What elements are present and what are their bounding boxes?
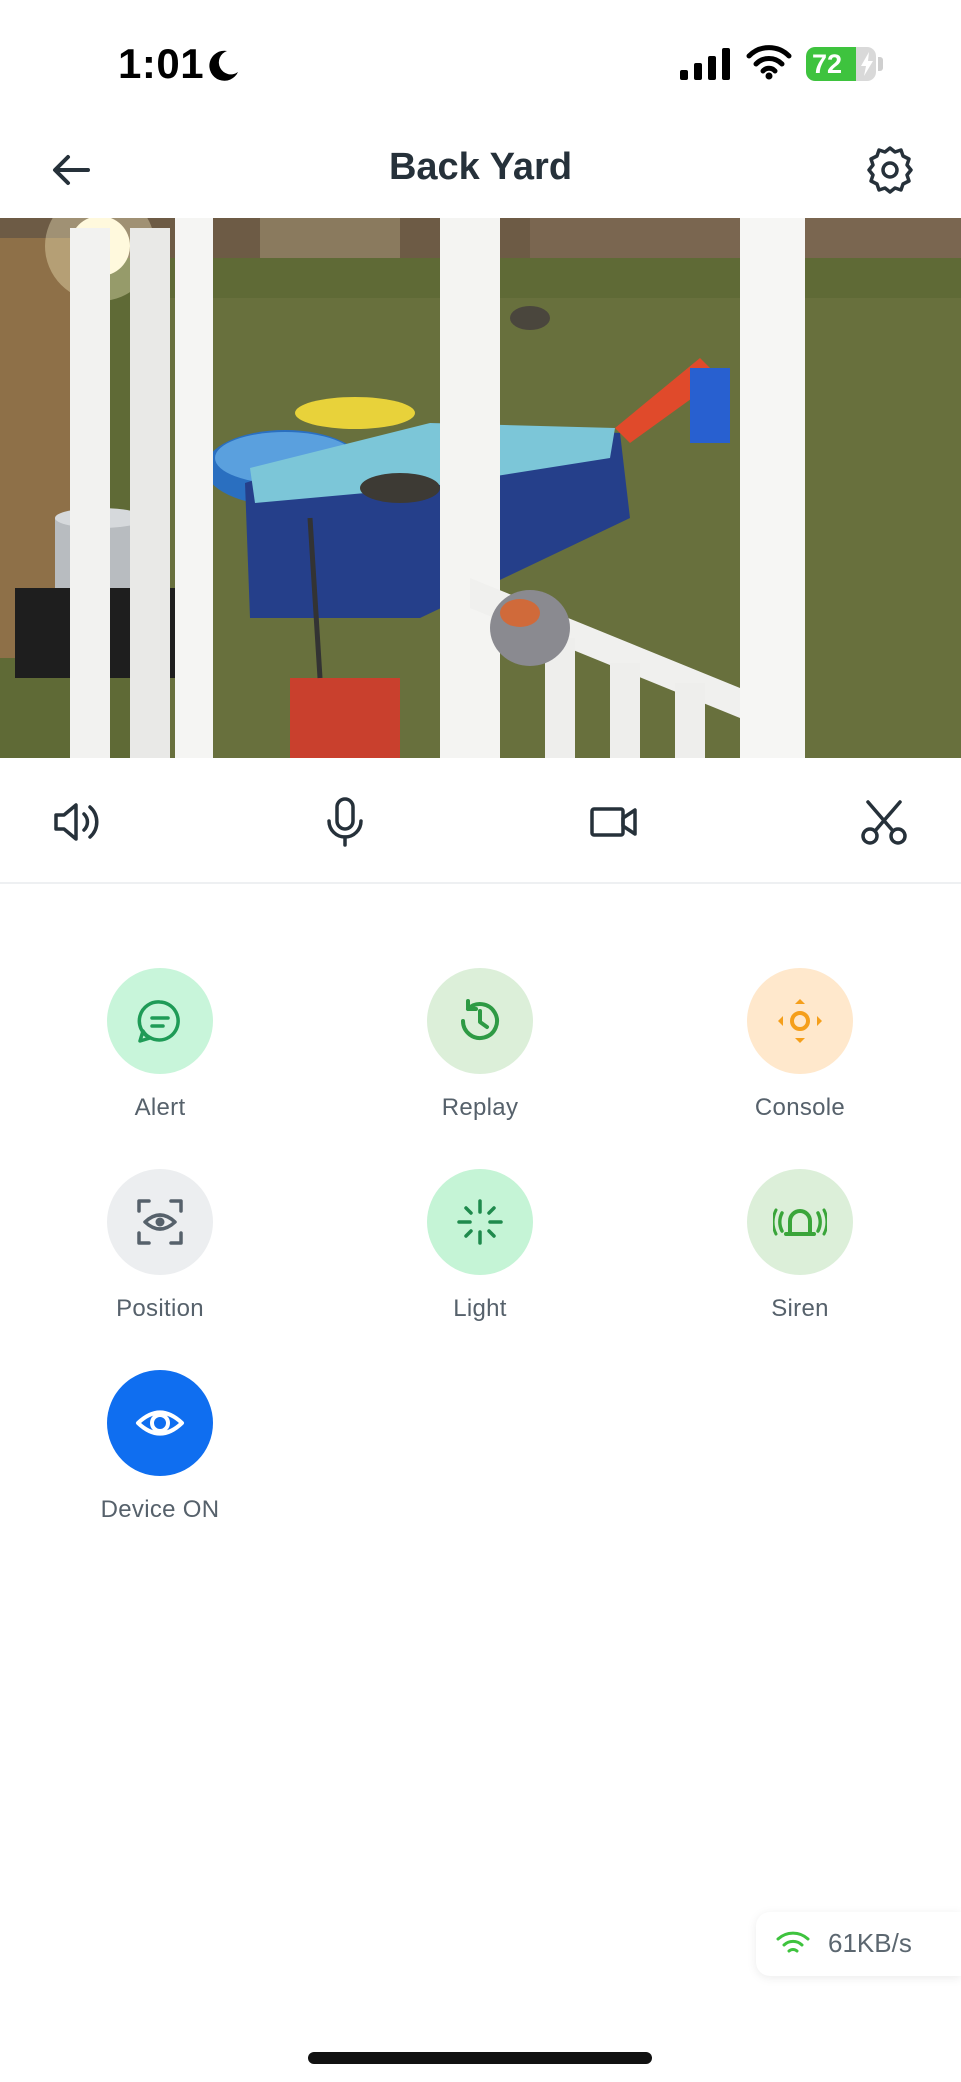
- moon-icon: [209, 50, 238, 81]
- speaker-icon[interactable]: [48, 794, 104, 850]
- camera-feed[interactable]: [0, 218, 961, 758]
- alert-button[interactable]: Alert: [70, 968, 250, 1138]
- position-button[interactable]: Position: [70, 1169, 250, 1339]
- light-label: Light: [453, 1295, 507, 1322]
- light-button[interactable]: Light: [390, 1169, 570, 1339]
- feed-toolbar: [0, 758, 961, 884]
- wifi-icon: [776, 1931, 810, 1953]
- direction-pad-icon: [778, 999, 822, 1043]
- position-circle[interactable]: [107, 1169, 213, 1275]
- camera-feed-image: [0, 218, 961, 758]
- network-speed-value: 61KB/s: [828, 1928, 912, 1958]
- history-icon: [461, 999, 499, 1041]
- camera-live-view-screen: 1:01 72 Back Yard Alert Replay Console P…: [0, 0, 961, 2082]
- replay-button[interactable]: Replay: [390, 968, 570, 1138]
- cellular-signal-icon: [680, 48, 730, 80]
- video-record-icon[interactable]: [586, 794, 642, 850]
- device-on-label: Device ON: [100, 1496, 220, 1523]
- device-on-circle[interactable]: [107, 1370, 213, 1476]
- gear-icon[interactable]: [862, 142, 918, 198]
- focus-eye-icon: [137, 1199, 183, 1245]
- battery-level: 72: [812, 49, 843, 79]
- siren-button[interactable]: Siren: [710, 1169, 890, 1339]
- wifi-icon: [746, 45, 792, 80]
- app-header: Back Yard: [0, 120, 961, 220]
- battery-tip: [878, 57, 883, 71]
- position-label: Position: [116, 1295, 204, 1322]
- console-circle[interactable]: [747, 968, 853, 1074]
- home-indicator[interactable]: [308, 2052, 652, 2064]
- console-button[interactable]: Console: [710, 968, 890, 1138]
- page-title: Back Yard: [388, 146, 573, 188]
- replay-label: Replay: [441, 1094, 519, 1121]
- microphone-icon[interactable]: [317, 794, 373, 850]
- console-label: Console: [754, 1094, 846, 1121]
- device-on-button[interactable]: Device ON: [70, 1370, 250, 1540]
- status-bar: 1:01 72: [0, 0, 961, 130]
- network-speed-badge: 61KB/s: [756, 1912, 961, 1976]
- alert-circle[interactable]: [107, 968, 213, 1074]
- alert-label: Alert: [134, 1094, 186, 1121]
- sparkle-light-icon: [457, 1199, 503, 1245]
- battery-indicator: 72: [806, 47, 876, 81]
- light-circle[interactable]: [427, 1169, 533, 1275]
- scissors-icon[interactable]: [856, 794, 912, 850]
- message-icon: [137, 1000, 180, 1043]
- siren-label: Siren: [771, 1295, 829, 1322]
- charging-bolt-icon: [861, 52, 873, 76]
- siren-icon: [773, 1208, 827, 1236]
- replay-circle[interactable]: [427, 968, 533, 1074]
- siren-circle[interactable]: [747, 1169, 853, 1275]
- status-time: 1:01: [118, 40, 205, 87]
- eye-icon: [136, 1410, 184, 1436]
